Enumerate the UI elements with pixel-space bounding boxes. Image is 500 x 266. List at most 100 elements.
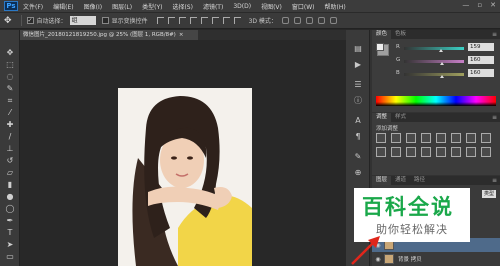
history-panel-icon[interactable]: ▤ <box>352 44 364 54</box>
selective-color-icon[interactable] <box>481 147 491 157</box>
slider-green-value[interactable]: 160 <box>468 56 494 64</box>
slider-blue[interactable]: B 160 <box>396 69 496 78</box>
minimize-button[interactable]: — <box>462 1 469 9</box>
show-transform-checkbox[interactable] <box>101 17 109 24</box>
channel-mixer-icon[interactable] <box>391 147 401 157</box>
close-button[interactable]: ✕ <box>490 1 496 9</box>
vibrance-icon[interactable] <box>436 133 446 143</box>
menu-select[interactable]: 选择(S) <box>172 2 193 11</box>
slider-red-track[interactable] <box>404 47 464 50</box>
maximize-button[interactable]: ▫ <box>477 1 482 9</box>
tab-color[interactable]: 颜色 <box>372 30 392 39</box>
type-icon[interactable]: T <box>3 228 17 238</box>
menu-type[interactable]: 类型(Y) <box>142 2 162 11</box>
black-white-icon[interactable] <box>481 133 491 143</box>
tab-swatches[interactable]: 色板 <box>391 30 410 39</box>
slider-red[interactable]: R 159 <box>396 43 496 52</box>
info-panel-icon[interactable]: ⓘ <box>352 96 364 106</box>
color-balance-icon[interactable] <box>466 133 476 143</box>
auto-select-dropdown[interactable]: 组 <box>69 16 96 25</box>
panel-menu-icon[interactable]: ≡ <box>492 177 497 184</box>
menu-image[interactable]: 图像(I) <box>84 2 102 11</box>
paragraph-panel-icon[interactable]: ¶ <box>352 132 364 142</box>
distribute-icon[interactable] <box>222 17 230 24</box>
dodge-icon[interactable]: ◯ <box>3 204 17 214</box>
3d-rotate-icon[interactable] <box>281 17 289 24</box>
slider-blue-value[interactable]: 160 <box>468 69 494 77</box>
align-right-icon[interactable] <box>211 17 219 24</box>
align-middle-icon[interactable] <box>167 17 175 24</box>
character-panel-icon[interactable]: A <box>352 116 364 126</box>
tab-styles[interactable]: 样式 <box>391 113 410 122</box>
path-select-icon[interactable]: ➤ <box>3 240 17 250</box>
slider-green-track[interactable] <box>404 60 464 63</box>
marquee-icon[interactable]: ⬚ <box>3 60 17 70</box>
brush-icon[interactable]: / <box>3 132 17 142</box>
quick-select-icon[interactable]: ✎ <box>3 84 17 94</box>
tab-channels[interactable]: 通道 <box>391 176 410 185</box>
posterize-icon[interactable] <box>436 147 446 157</box>
blur-icon[interactable]: ● <box>3 192 17 202</box>
healing-brush-icon[interactable]: ✚ <box>3 120 17 130</box>
canvas-area[interactable] <box>20 40 346 266</box>
slider-blue-knob[interactable] <box>439 75 444 78</box>
clone-source-icon[interactable]: ⊕ <box>352 168 364 178</box>
tab-paths[interactable]: 路径 <box>410 176 429 185</box>
3d-pan-icon[interactable] <box>305 17 313 24</box>
3d-scale-icon[interactable] <box>329 17 337 24</box>
gradient-map-icon[interactable] <box>466 147 476 157</box>
tab-adjustments[interactable]: 调整 <box>372 113 392 122</box>
menu-filter[interactable]: 滤镜(T) <box>203 2 223 11</box>
auto-select-checkbox[interactable]: ✓ <box>26 17 34 24</box>
eraser-icon[interactable]: ▱ <box>3 168 17 178</box>
panel-menu-icon[interactable]: ≡ <box>492 114 497 121</box>
menu-window[interactable]: 窗口(W) <box>292 2 315 11</box>
threshold-icon[interactable] <box>451 147 461 157</box>
brightness-contrast-icon[interactable] <box>376 133 386 143</box>
crop-icon[interactable]: ⌗ <box>3 96 17 106</box>
gradient-icon[interactable]: ▮ <box>3 180 17 190</box>
align-center-icon[interactable] <box>200 17 208 24</box>
slider-red-knob[interactable] <box>439 49 444 52</box>
tab-layers[interactable]: 图层 <box>372 176 392 185</box>
layer-row[interactable]: ◉ 背景 拷贝 <box>372 252 500 266</box>
slider-green-knob[interactable] <box>439 62 444 65</box>
color-lookup-icon[interactable] <box>406 147 416 157</box>
hue-saturation-icon[interactable] <box>451 133 461 143</box>
menu-3d[interactable]: 3D(D) <box>233 3 251 10</box>
brush-panel-icon[interactable]: ✎ <box>352 152 364 162</box>
menu-layer[interactable]: 图层(L) <box>112 2 132 11</box>
menu-help[interactable]: 帮助(H) <box>325 2 346 11</box>
pen-icon[interactable]: ✒ <box>3 216 17 226</box>
properties-panel-icon[interactable]: ☰ <box>352 80 364 90</box>
exposure-icon[interactable] <box>421 133 431 143</box>
menu-view[interactable]: 视图(V) <box>261 2 282 11</box>
close-tab-icon[interactable]: × <box>179 32 184 38</box>
curves-icon[interactable] <box>406 133 416 143</box>
foreground-color-swatch[interactable] <box>376 43 384 51</box>
history-brush-icon[interactable]: ↺ <box>3 156 17 166</box>
invert-icon[interactable] <box>421 147 431 157</box>
align-bottom-icon[interactable] <box>178 17 186 24</box>
align-top-icon[interactable] <box>156 17 164 24</box>
slider-red-value[interactable]: 159 <box>468 43 494 51</box>
foreground-background-swatch[interactable] <box>376 43 389 56</box>
layer-filter-dropdown[interactable]: 类型 <box>482 190 496 198</box>
lasso-icon[interactable]: ◌ <box>3 72 17 82</box>
shape-icon[interactable]: ▭ <box>3 252 17 262</box>
levels-icon[interactable] <box>391 133 401 143</box>
color-spectrum-bar[interactable] <box>376 96 496 106</box>
stamp-icon[interactable]: ⊥ <box>3 144 17 154</box>
document-image[interactable] <box>118 88 252 266</box>
3d-roll-icon[interactable] <box>293 17 301 24</box>
actions-panel-icon[interactable]: ▶ <box>352 60 364 70</box>
document-tab[interactable]: 微信图片_20180121819250.jpg @ 25% (图层 1, RGB… <box>20 30 198 40</box>
slider-blue-track[interactable] <box>404 73 464 76</box>
3d-slide-icon[interactable] <box>317 17 325 24</box>
move-icon[interactable]: ✥ <box>3 48 17 58</box>
photo-filter-icon[interactable] <box>376 147 386 157</box>
menu-file[interactable]: 文件(F) <box>23 2 43 11</box>
eyedropper-icon[interactable]: ⁄ <box>3 108 17 118</box>
slider-green[interactable]: G 160 <box>396 56 496 65</box>
move-tool-icon[interactable]: ✥ <box>4 16 12 26</box>
